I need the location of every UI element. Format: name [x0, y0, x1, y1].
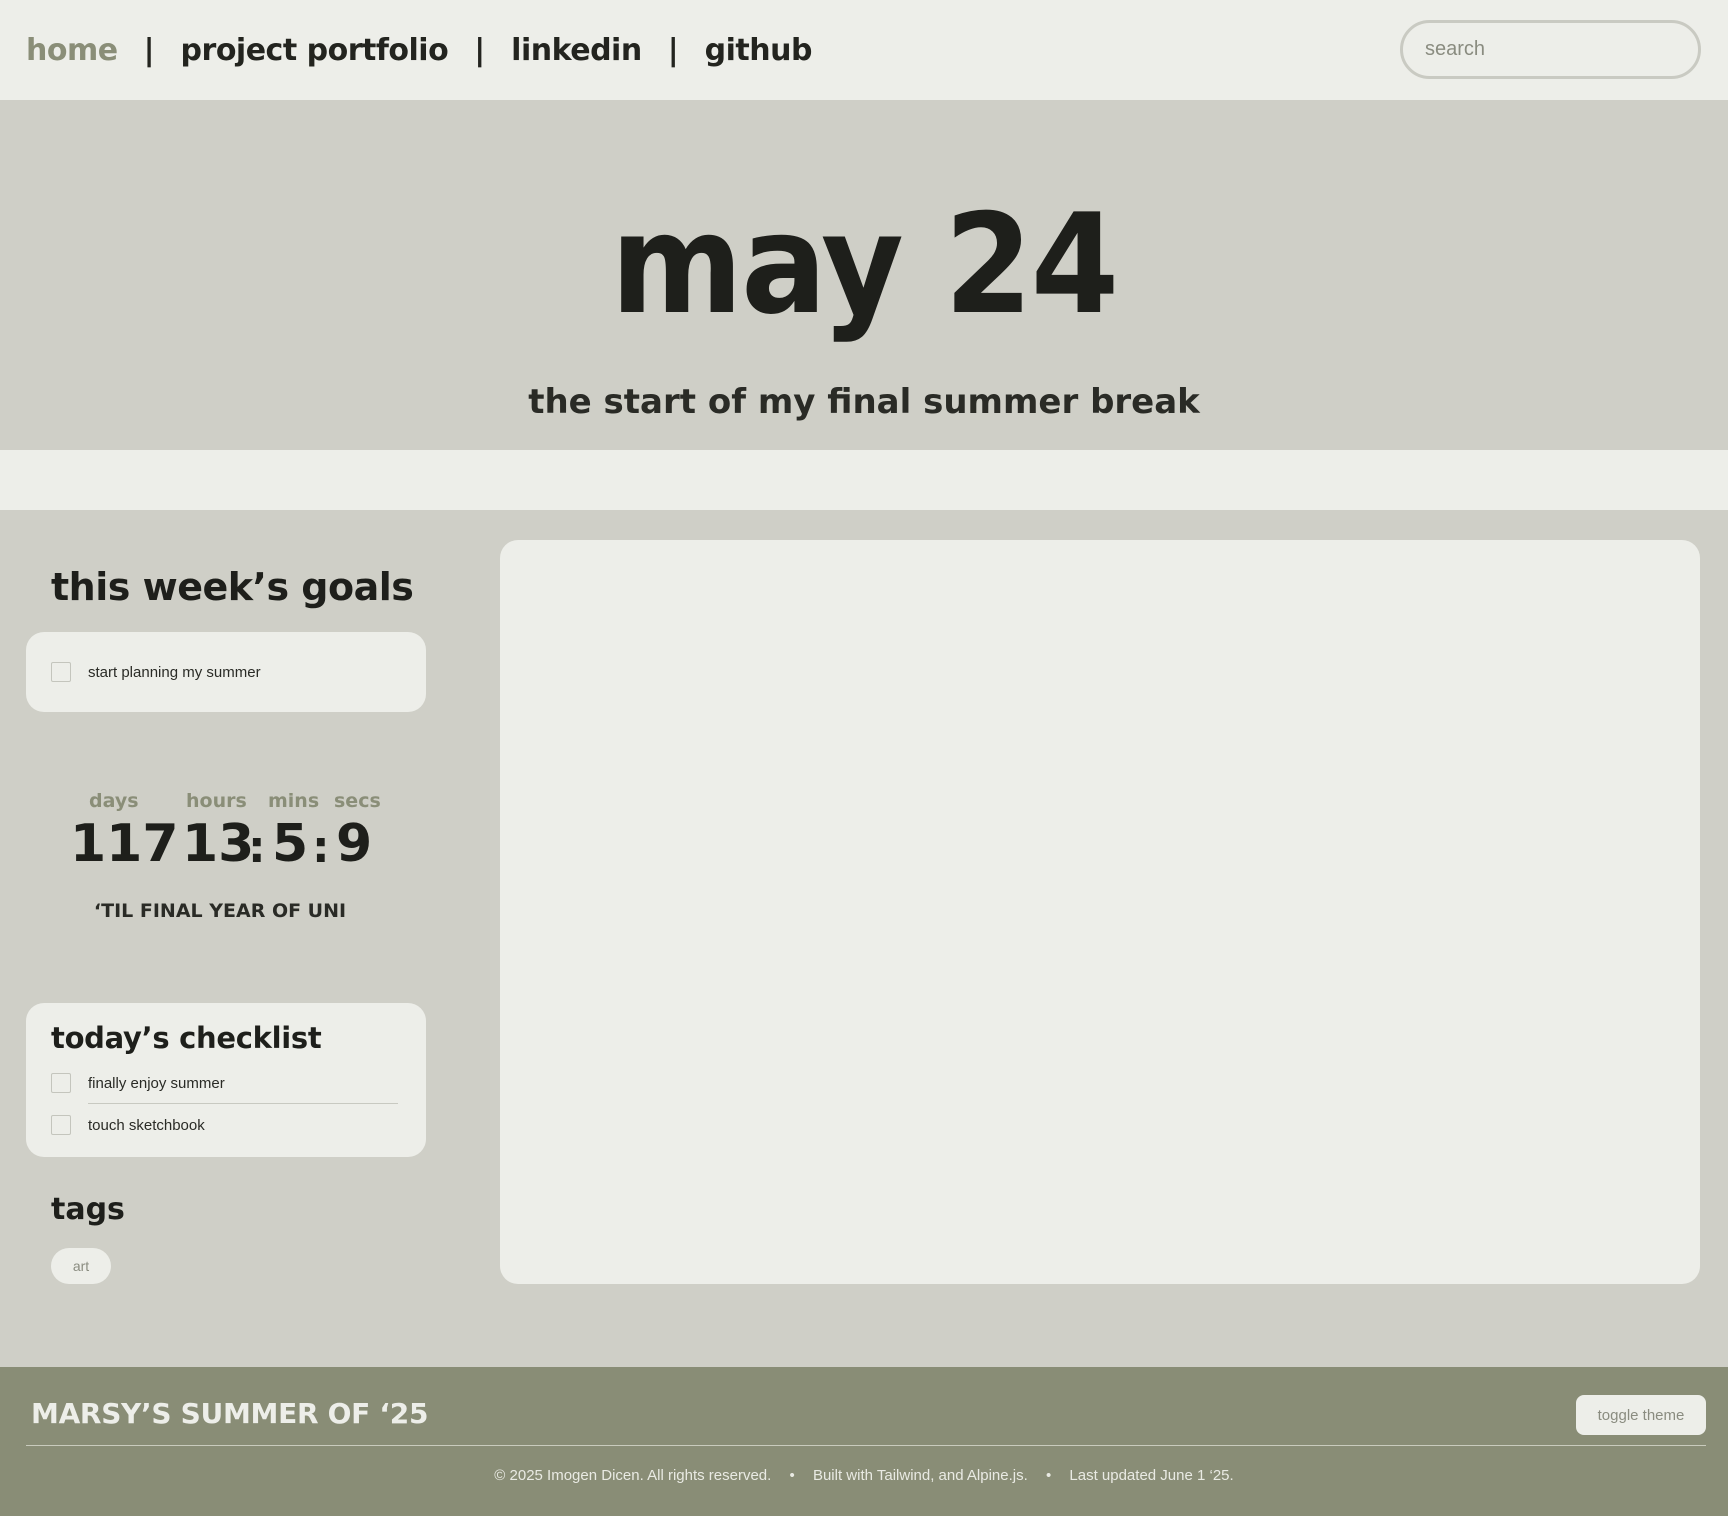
footer: MARSY’S SUMMER OF ‘25 toggle theme © 202… — [0, 1367, 1728, 1516]
checklist-checkbox[interactable] — [51, 1115, 71, 1135]
hero: may 24 the start of my final summer brea… — [0, 100, 1728, 450]
countdown-hours: 13 — [182, 814, 255, 874]
countdown-mins: 5 — [272, 814, 309, 874]
checklist-card: today’s checklist finally enjoy summer t… — [26, 1003, 426, 1157]
footer-bullet: • — [789, 1467, 795, 1484]
countdown-label-mins: mins — [268, 790, 320, 812]
nav-link-linkedin[interactable]: linkedin — [511, 33, 642, 68]
main-content-panel — [500, 540, 1700, 1284]
countdown-label-days: days — [89, 790, 139, 812]
countdown-secs: 9 — [336, 814, 373, 874]
nav-separator: | — [667, 32, 679, 68]
nav-link-project-portfolio[interactable]: project portfolio — [181, 33, 449, 68]
top-nav: home | project portfolio | linkedin | gi… — [0, 0, 1728, 100]
nav-link-github[interactable]: github — [705, 33, 813, 68]
nav-link-home[interactable]: home — [26, 33, 118, 68]
countdown-caption: ‘TIL FINAL YEAR OF UNI — [93, 900, 347, 922]
checklist-divider — [88, 1103, 398, 1104]
footer-bullet: • — [1045, 1467, 1052, 1484]
checklist-label: finally enjoy summer — [88, 1074, 225, 1092]
checklist-checkbox[interactable] — [51, 1073, 71, 1093]
hero-subtitle: the start of my final summer break — [528, 382, 1200, 422]
tags-heading: tags — [51, 1192, 125, 1227]
goal-label: start planning my summer — [88, 663, 261, 681]
footer-built-with: Built with Tailwind, and Alpine.js. — [812, 1467, 1028, 1484]
countdown: days hours mins secs 117 13 : 5 : 9 ‘TIL… — [60, 790, 390, 930]
goal-item: start planning my summer — [51, 662, 261, 682]
checklist-label: touch sketchbook — [88, 1116, 205, 1134]
countdown-label-secs: secs — [334, 790, 381, 812]
countdown-colon: : — [248, 822, 266, 873]
nav-separator: | — [143, 32, 155, 68]
footer-copyright: © 2025 Imogen Dicen. All rights reserved… — [494, 1467, 772, 1484]
hero-date: may 24 — [610, 184, 1120, 345]
footer-last-updated: Last updated June 1 ‘25. — [1069, 1467, 1234, 1484]
countdown-days: 117 — [70, 814, 179, 874]
checklist-item: touch sketchbook — [51, 1115, 205, 1135]
checklist-item: finally enjoy summer — [51, 1073, 225, 1093]
goals-heading: this week’s goals — [51, 565, 414, 609]
goal-checkbox[interactable] — [51, 662, 71, 682]
footer-meta: © 2025 Imogen Dicen. All rights reserved… — [0, 1467, 1728, 1484]
search-input[interactable] — [1400, 20, 1701, 79]
hero-divider-band — [0, 450, 1728, 510]
footer-divider — [26, 1445, 1706, 1446]
goals-card: start planning my summer — [26, 632, 426, 712]
toggle-theme-button[interactable]: toggle theme — [1576, 1395, 1706, 1435]
countdown-label-hours: hours — [186, 790, 247, 812]
tag-art[interactable]: art — [51, 1248, 111, 1284]
countdown-colon: : — [312, 822, 330, 873]
nav-separator: | — [474, 32, 486, 68]
checklist-heading: today’s checklist — [51, 1021, 322, 1055]
footer-title: MARSY’S SUMMER OF ‘25 — [31, 1397, 429, 1430]
nav-links: home | project portfolio | linkedin | gi… — [26, 0, 812, 100]
